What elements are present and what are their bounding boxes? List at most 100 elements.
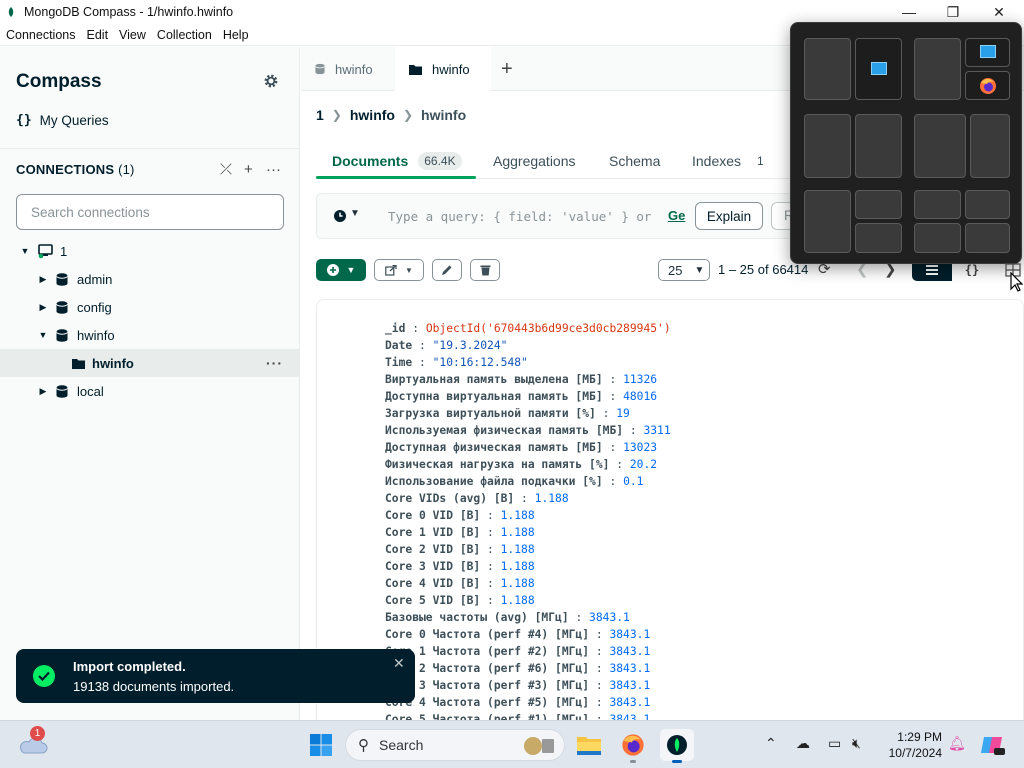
tree-collection-hwinfo[interactable]: hwinfo ··· <box>0 349 300 377</box>
close-button[interactable]: ✕ <box>976 0 1022 24</box>
firefox-taskbar-icon[interactable] <box>616 729 650 763</box>
file-explorer-taskbar-icon[interactable] <box>572 729 606 761</box>
caret-down-icon: ▼ <box>694 264 705 276</box>
bulk-delete-button[interactable] <box>470 259 500 281</box>
collection-menu-icon[interactable]: ··· <box>266 355 283 371</box>
network-icon[interactable]: ▭ <box>828 735 841 752</box>
document-field: Загрузка виртуальной памяти [%] : 19 <box>385 405 671 422</box>
connections-menu-icon[interactable]: ··· <box>266 161 281 178</box>
caret-right-icon[interactable]: ▶ <box>38 386 48 397</box>
add-data-button[interactable]: ▼ <box>316 259 366 281</box>
subtab-label: Indexes <box>692 152 742 169</box>
generate-query-link[interactable]: Ge <box>668 208 685 223</box>
subtab-schema[interactable]: Schema <box>609 143 660 178</box>
gear-icon[interactable] <box>263 73 279 89</box>
field-key: Используемая физическая память [МБ] <box>385 424 624 437</box>
snap-zone[interactable] <box>914 38 961 100</box>
snap-zone[interactable] <box>965 38 1010 67</box>
volume-muted-icon[interactable]: 🔇︎ <box>852 735 861 752</box>
new-tab-button[interactable]: + <box>501 47 521 91</box>
field-value: 1.188 <box>500 577 535 590</box>
field-value: 1.188 <box>500 594 535 607</box>
field-separator: : <box>602 373 624 386</box>
subtab-aggregations[interactable]: Aggregations <box>493 143 576 178</box>
database-icon <box>315 63 325 75</box>
menu-collection[interactable]: Collection <box>157 28 212 42</box>
tree-db-config[interactable]: ▶ config <box>0 293 300 321</box>
breadcrumb-connection[interactable]: 1 <box>316 107 324 123</box>
tree-db-admin[interactable]: ▶ admin <box>0 265 300 293</box>
maximize-button[interactable]: ❐ <box>930 0 976 24</box>
breadcrumb-collection: hwinfo <box>421 107 467 123</box>
snap-zone[interactable] <box>965 190 1010 219</box>
clock-history-icon[interactable] <box>333 209 347 223</box>
clock[interactable]: 1:29 PM 10/7/2024 <box>878 729 942 761</box>
caret-down-icon[interactable]: ▼ <box>350 208 360 219</box>
document-card[interactable]: _id : ObjectId('670443b6d99ce3d0cb289945… <box>316 299 1024 739</box>
tab-hwinfo-db[interactable]: hwinfo <box>301 47 395 91</box>
running-indicator <box>630 760 636 763</box>
tab-hwinfo-collection[interactable]: hwinfo <box>395 47 491 92</box>
menu-connections[interactable]: Connections <box>6 28 76 42</box>
caret-down-icon[interactable]: ▼ <box>20 246 30 256</box>
snap-zone[interactable] <box>965 71 1010 100</box>
explain-button[interactable]: Explain <box>695 202 763 230</box>
my-queries-label: My Queries <box>39 113 109 128</box>
snap-zone[interactable] <box>970 114 1010 178</box>
document-field: Core 2 Частота (perf #6) [МГц] : 3843.1 <box>385 660 671 677</box>
snap-zone[interactable] <box>855 38 902 100</box>
copilot-icon[interactable] <box>980 733 1006 757</box>
document-field: Базовые частоты (avg) [МГц] : 3843.1 <box>385 609 671 626</box>
tree-connection[interactable]: ▼ 1 <box>0 237 300 265</box>
snap-zone[interactable] <box>855 190 902 219</box>
caret-right-icon[interactable]: ▶ <box>38 302 48 313</box>
bell-icon[interactable]: 🔔︎ <box>948 735 966 752</box>
subtab-documents[interactable]: Documents 66.4K <box>332 143 462 178</box>
document-field: Core 0 VID [В] : 1.188 <box>385 507 671 524</box>
field-key: Доступна виртуальная память [МБ] <box>385 390 603 403</box>
field-value: 48016 <box>623 390 658 403</box>
caret-right-icon[interactable]: ▶ <box>38 274 48 285</box>
menu-view[interactable]: View <box>119 28 146 42</box>
tree-db-local[interactable]: ▶ local <box>0 377 300 405</box>
chevron-right-icon: ❯ <box>331 108 342 122</box>
snap-zone[interactable] <box>804 190 851 253</box>
search-connections[interactable] <box>16 194 284 230</box>
snap-zone[interactable] <box>855 114 902 178</box>
field-key: Date <box>385 339 413 352</box>
pagination-range: 1 – 25 of 66414 <box>718 262 809 277</box>
close-icon[interactable]: ✕ <box>393 655 405 672</box>
caret-down-icon[interactable]: ▼ <box>38 330 48 340</box>
export-button[interactable]: ▼ <box>374 259 424 281</box>
my-queries-link[interactable]: {} My Queries <box>16 113 109 128</box>
snap-zone[interactable] <box>914 114 966 178</box>
breadcrumb-db[interactable]: hwinfo <box>350 107 395 123</box>
document-field: Time : "10:16:12.548" <box>385 354 671 371</box>
menu-help[interactable]: Help <box>223 28 249 42</box>
snap-zone[interactable] <box>804 114 851 178</box>
snap-zone[interactable] <box>914 190 961 219</box>
minimize-button[interactable]: — <box>886 0 932 24</box>
cloud-offline-icon[interactable]: ☁ <box>796 735 810 752</box>
field-value: 19 <box>616 407 630 420</box>
compass-taskbar-icon[interactable] <box>660 729 694 763</box>
field-key: Core 2 Частота (perf #6) [МГц] <box>385 662 590 675</box>
snap-zone[interactable] <box>965 223 1010 253</box>
menu-edit[interactable]: Edit <box>87 28 109 42</box>
windows-start-icon[interactable] <box>309 733 333 757</box>
page-size-select[interactable]: 25 ▼ <box>658 259 710 281</box>
bulk-update-button[interactable] <box>432 259 462 281</box>
search-input[interactable] <box>31 204 271 220</box>
field-value: 1.188 <box>500 560 535 573</box>
snap-zone[interactable] <box>804 38 851 100</box>
database-icon <box>56 300 68 314</box>
chevron-up-icon[interactable]: ⌃ <box>765 735 777 752</box>
subtab-indexes[interactable]: Indexes 1 <box>692 143 770 178</box>
snap-zone[interactable] <box>855 223 902 253</box>
add-connection-icon[interactable]: + <box>244 161 253 178</box>
collapse-all-icon[interactable]: ⤫ <box>220 161 232 178</box>
query-input[interactable]: Type a query: { field: 'value' } or <box>388 209 651 224</box>
snap-zone[interactable] <box>914 223 961 253</box>
taskbar-search[interactable]: ⚲ Search <box>345 729 565 761</box>
tree-db-hwinfo[interactable]: ▼ hwinfo <box>0 321 300 349</box>
